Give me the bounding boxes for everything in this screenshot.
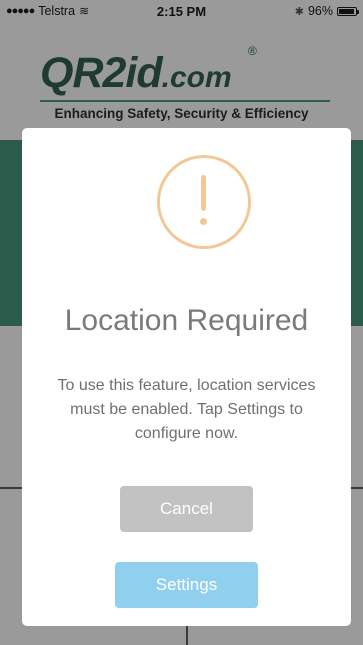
background-tile-left: [0, 140, 24, 326]
logo-brand: QR2id: [40, 49, 163, 97]
bluetooth-icon: ✱: [294, 5, 304, 18]
battery-fill: [339, 8, 355, 14]
brand-logo: QR2id.com ® Enhancing Safety, Security &…: [0, 40, 363, 126]
cancel-button[interactable]: Cancel: [120, 486, 253, 532]
dialog-message: To use this feature, location services m…: [57, 377, 316, 442]
location-required-dialog: Location Required To use this feature, l…: [22, 128, 351, 626]
status-bar: ●●●●● Telstra ≋ 2:15 PM ✱ 96%: [0, 0, 363, 20]
exclamation-circle-icon: [157, 155, 251, 249]
dialog-title: Location Required: [64, 304, 309, 337]
battery-icon: [337, 6, 359, 16]
background-tile-right: [350, 140, 363, 326]
settings-button[interactable]: Settings: [115, 562, 258, 608]
logo-suffix: .com: [161, 61, 232, 94]
logo-underline: [40, 100, 330, 102]
registered-mark: ®: [248, 44, 257, 58]
logo-tagline: Enhancing Safety, Security & Efficiency: [54, 106, 309, 121]
grid-divider-vertical: [186, 626, 188, 645]
battery-percentage: 96%: [307, 4, 333, 18]
